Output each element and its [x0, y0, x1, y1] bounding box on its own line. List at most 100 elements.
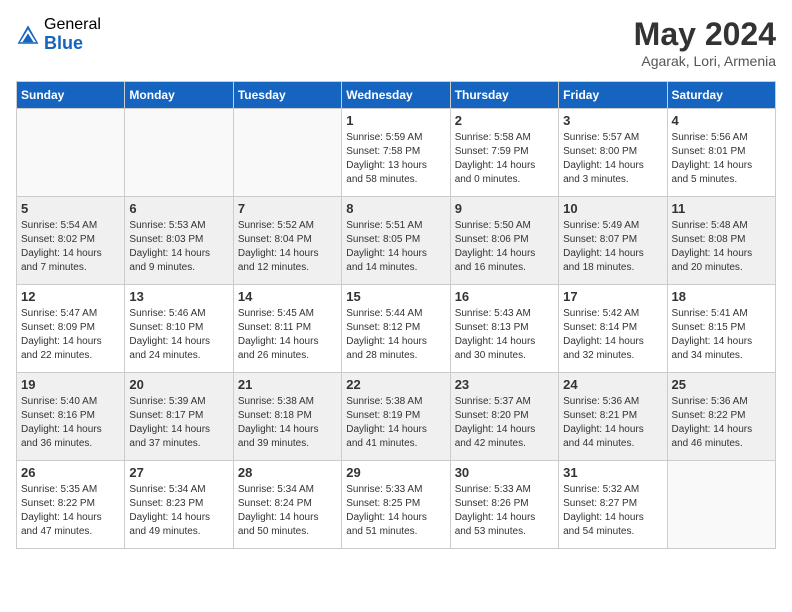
day-info: Sunrise: 5:34 AMSunset: 8:24 PMDaylight:…	[238, 483, 337, 539]
day-number: 7	[238, 201, 337, 216]
day-info: Sunrise: 5:59 AMSunset: 7:58 PMDaylight:…	[346, 131, 445, 187]
day-number: 10	[563, 201, 662, 216]
calendar-cell: 29 Sunrise: 5:33 AMSunset: 8:25 PMDayligh…	[342, 461, 450, 549]
calendar-cell: 25 Sunrise: 5:36 AMSunset: 8:22 PMDayligh…	[667, 373, 775, 461]
day-number: 8	[346, 201, 445, 216]
calendar-cell	[125, 109, 233, 197]
day-info: Sunrise: 5:35 AMSunset: 8:22 PMDaylight:…	[21, 483, 120, 539]
logo-text: General Blue	[44, 16, 101, 53]
day-number: 17	[563, 289, 662, 304]
calendar-cell	[17, 109, 125, 197]
calendar-cell: 20Sunrise: 5:39 AMSunset: 8:17 PMDayligh…	[125, 373, 233, 461]
day-number: 25	[672, 377, 771, 392]
calendar-cell: 17Sunrise: 5:42 AMSunset: 8:14 PMDayligh…	[559, 285, 667, 373]
day-info: Sunrise: 5:45 AMSunset: 8:11 PMDaylight:…	[238, 307, 337, 363]
day-info: Sunrise: 5:37 AMSunset: 8:20 PMDaylight:…	[455, 395, 554, 451]
calendar-cell: 6Sunrise: 5:53 AMSunset: 8:03 PMDaylight…	[125, 197, 233, 285]
day-info: Sunrise: 5:38 AMSunset: 8:19 PMDaylight:…	[346, 395, 445, 451]
day-number: 27	[129, 465, 228, 480]
day-info: Sunrise: 5:54 AMSunset: 8:02 PMDaylight:…	[21, 219, 120, 275]
day-info: Sunrise: 5:33 AMSunset: 8:26 PMDaylight:…	[455, 483, 554, 539]
day-number: 18	[672, 289, 771, 304]
logo-general: General	[44, 16, 101, 34]
day-info: Sunrise: 5:36 AMSunset: 8:21 PMDaylight:…	[563, 395, 662, 451]
calendar-cell: 23Sunrise: 5:37 AMSunset: 8:20 PMDayligh…	[450, 373, 558, 461]
day-number: 5	[21, 201, 120, 216]
day-info: Sunrise: 5:49 AMSunset: 8:07 PMDaylight:…	[563, 219, 662, 275]
calendar-cell: 28Sunrise: 5:34 AMSunset: 8:24 PMDayligh…	[233, 461, 341, 549]
calendar-cell: 3Sunrise: 5:57 AMSunset: 8:00 PMDaylight…	[559, 109, 667, 197]
calendar-cell: 22 Sunrise: 5:38 AMSunset: 8:19 PMDayligh…	[342, 373, 450, 461]
day-info: Sunrise: 5:43 AMSunset: 8:13 PMDaylight:…	[455, 307, 554, 363]
calendar-cell: 24 Sunrise: 5:36 AMSunset: 8:21 PMDayligh…	[559, 373, 667, 461]
calendar-cell: 26 Sunrise: 5:35 AMSunset: 8:22 PMDayligh…	[17, 461, 125, 549]
calendar-cell: 31 Sunrise: 5:32 AMSunset: 8:27 PMDayligh…	[559, 461, 667, 549]
calendar-week-row: 19Sunrise: 5:40 AMSunset: 8:16 PMDayligh…	[17, 373, 776, 461]
calendar-header-monday: Monday	[125, 82, 233, 109]
calendar-cell: 9Sunrise: 5:50 AMSunset: 8:06 PMDaylight…	[450, 197, 558, 285]
calendar-cell: 15 Sunrise: 5:44 AMSunset: 8:12 PMDayligh…	[342, 285, 450, 373]
calendar-cell: 8 Sunrise: 5:51 AMSunset: 8:05 PMDaylight…	[342, 197, 450, 285]
day-number: 26	[21, 465, 120, 480]
day-info: Sunrise: 5:34 AMSunset: 8:23 PMDaylight:…	[129, 483, 228, 539]
calendar-cell: 1 Sunrise: 5:59 AMSunset: 7:58 PMDaylight…	[342, 109, 450, 197]
page-header: General Blue May 2024 Agarak, Lori, Arme…	[16, 16, 776, 69]
calendar-week-row: 1 Sunrise: 5:59 AMSunset: 7:58 PMDaylight…	[17, 109, 776, 197]
day-number: 19	[21, 377, 120, 392]
day-number: 29	[346, 465, 445, 480]
calendar-header-row: SundayMondayTuesdayWednesdayThursdayFrid…	[17, 82, 776, 109]
day-number: 24	[563, 377, 662, 392]
calendar-cell: 2 Sunrise: 5:58 AMSunset: 7:59 PMDaylight…	[450, 109, 558, 197]
calendar-week-row: 12 Sunrise: 5:47 AMSunset: 8:09 PMDayligh…	[17, 285, 776, 373]
calendar-cell: 16 Sunrise: 5:43 AMSunset: 8:13 PMDayligh…	[450, 285, 558, 373]
day-info: Sunrise: 5:38 AMSunset: 8:18 PMDaylight:…	[238, 395, 337, 451]
calendar-cell: 27 Sunrise: 5:34 AMSunset: 8:23 PMDayligh…	[125, 461, 233, 549]
calendar-cell	[667, 461, 775, 549]
day-info: Sunrise: 5:47 AMSunset: 8:09 PMDaylight:…	[21, 307, 120, 363]
day-info: Sunrise: 5:58 AMSunset: 7:59 PMDaylight:…	[455, 131, 554, 187]
day-info: Sunrise: 5:44 AMSunset: 8:12 PMDaylight:…	[346, 307, 445, 363]
calendar-cell: 4Sunrise: 5:56 AMSunset: 8:01 PMDaylight…	[667, 109, 775, 197]
calendar-cell: 19Sunrise: 5:40 AMSunset: 8:16 PMDayligh…	[17, 373, 125, 461]
logo-blue: Blue	[44, 34, 101, 54]
day-info: Sunrise: 5:52 AMSunset: 8:04 PMDaylight:…	[238, 219, 337, 275]
day-number: 12	[21, 289, 120, 304]
month-year-title: May 2024	[634, 16, 776, 53]
calendar-cell: 21 Sunrise: 5:38 AMSunset: 8:18 PMDayligh…	[233, 373, 341, 461]
calendar-cell: 7 Sunrise: 5:52 AMSunset: 8:04 PMDaylight…	[233, 197, 341, 285]
calendar-header-tuesday: Tuesday	[233, 82, 341, 109]
day-info: Sunrise: 5:33 AMSunset: 8:25 PMDaylight:…	[346, 483, 445, 539]
calendar-cell: 10 Sunrise: 5:49 AMSunset: 8:07 PMDayligh…	[559, 197, 667, 285]
logo-icon	[16, 23, 40, 47]
day-number: 11	[672, 201, 771, 216]
calendar-cell: 14Sunrise: 5:45 AMSunset: 8:11 PMDayligh…	[233, 285, 341, 373]
day-info: Sunrise: 5:46 AMSunset: 8:10 PMDaylight:…	[129, 307, 228, 363]
calendar-week-row: 26 Sunrise: 5:35 AMSunset: 8:22 PMDayligh…	[17, 461, 776, 549]
calendar-cell: 18Sunrise: 5:41 AMSunset: 8:15 PMDayligh…	[667, 285, 775, 373]
day-number: 9	[455, 201, 554, 216]
logo: General Blue	[16, 16, 101, 53]
calendar-header-wednesday: Wednesday	[342, 82, 450, 109]
day-info: Sunrise: 5:36 AMSunset: 8:22 PMDaylight:…	[672, 395, 771, 451]
day-number: 15	[346, 289, 445, 304]
day-number: 22	[346, 377, 445, 392]
calendar-header-thursday: Thursday	[450, 82, 558, 109]
day-info: Sunrise: 5:32 AMSunset: 8:27 PMDaylight:…	[563, 483, 662, 539]
calendar-cell: 11 Sunrise: 5:48 AMSunset: 8:08 PMDayligh…	[667, 197, 775, 285]
day-number: 31	[563, 465, 662, 480]
calendar-week-row: 5 Sunrise: 5:54 AMSunset: 8:02 PMDaylight…	[17, 197, 776, 285]
day-info: Sunrise: 5:48 AMSunset: 8:08 PMDaylight:…	[672, 219, 771, 275]
day-number: 2	[455, 113, 554, 128]
day-info: Sunrise: 5:51 AMSunset: 8:05 PMDaylight:…	[346, 219, 445, 275]
day-number: 30	[455, 465, 554, 480]
day-number: 1	[346, 113, 445, 128]
day-number: 20	[129, 377, 228, 392]
day-number: 13	[129, 289, 228, 304]
calendar-header-friday: Friday	[559, 82, 667, 109]
day-info: Sunrise: 5:53 AMSunset: 8:03 PMDaylight:…	[129, 219, 228, 275]
day-number: 21	[238, 377, 337, 392]
day-number: 3	[563, 113, 662, 128]
day-number: 16	[455, 289, 554, 304]
calendar-cell: 5 Sunrise: 5:54 AMSunset: 8:02 PMDaylight…	[17, 197, 125, 285]
calendar-header-saturday: Saturday	[667, 82, 775, 109]
